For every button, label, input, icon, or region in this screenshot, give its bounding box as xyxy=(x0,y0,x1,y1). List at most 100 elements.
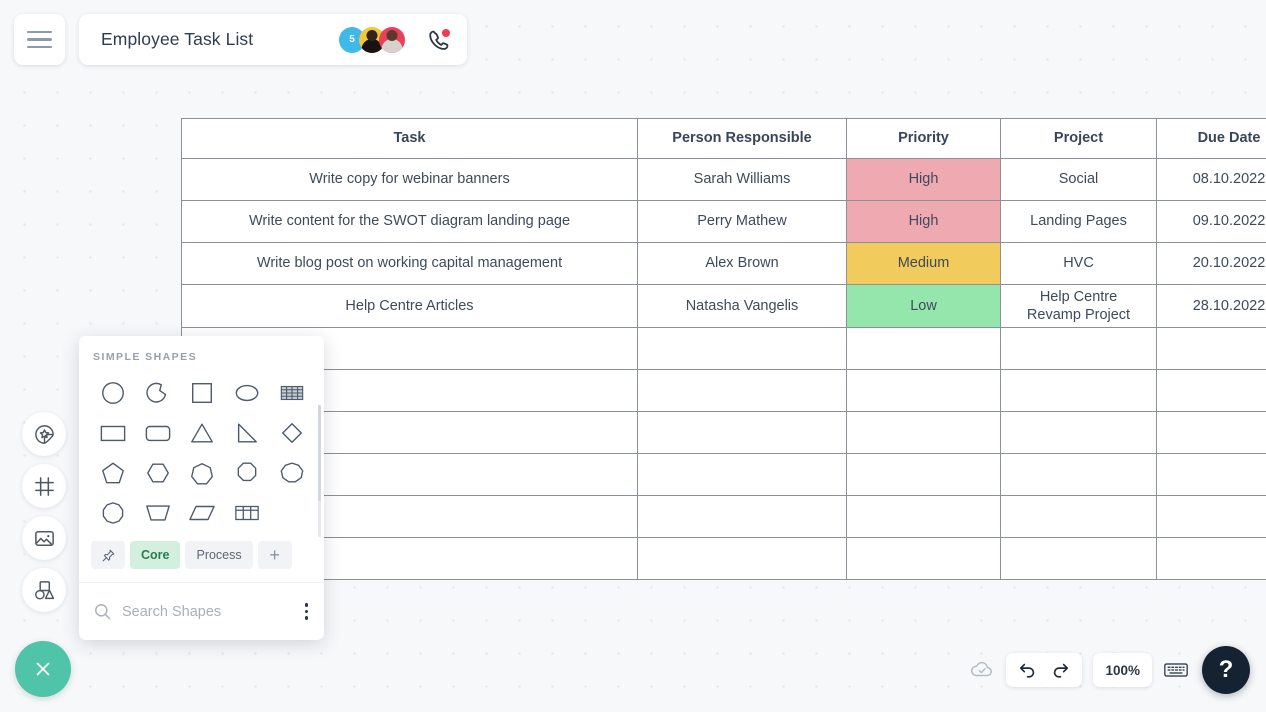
table-row-empty[interactable] xyxy=(181,369,1266,413)
square-shape[interactable] xyxy=(180,373,225,413)
undo-button[interactable] xyxy=(1018,661,1037,680)
arc-shape[interactable] xyxy=(136,373,181,413)
cell-person[interactable]: Alex Brown xyxy=(637,242,847,285)
cell-due-date[interactable]: 08.10.2022 xyxy=(1156,158,1266,201)
cell-empty[interactable] xyxy=(1000,369,1157,413)
triangle-shape[interactable] xyxy=(180,413,225,453)
hamburger-menu-button[interactable] xyxy=(14,14,65,65)
cell-priority[interactable]: Low xyxy=(846,283,1001,329)
cell-empty[interactable] xyxy=(637,537,847,581)
cell-priority[interactable]: High xyxy=(846,158,1001,201)
column-header-project[interactable]: Project xyxy=(1000,118,1157,159)
striped-table-shape[interactable] xyxy=(269,373,314,413)
cell-project[interactable]: Landing Pages xyxy=(1000,200,1157,243)
grid-table-shape[interactable] xyxy=(225,493,270,533)
octagon-shape[interactable] xyxy=(225,453,270,493)
cell-empty[interactable] xyxy=(846,495,1001,539)
decagon-shape[interactable] xyxy=(91,493,136,533)
cell-empty[interactable] xyxy=(1156,495,1266,539)
cell-project[interactable]: Social xyxy=(1000,158,1157,201)
cell-empty[interactable] xyxy=(1000,411,1157,455)
column-header-person[interactable]: Person Responsible xyxy=(637,118,847,159)
hexagon-shape[interactable] xyxy=(136,453,181,493)
cell-empty[interactable] xyxy=(846,453,1001,497)
cell-empty[interactable] xyxy=(637,495,847,539)
keyboard-shortcuts-button[interactable] xyxy=(1163,659,1189,681)
cell-due-date[interactable]: 09.10.2022 xyxy=(1156,200,1266,243)
avatar[interactable] xyxy=(379,26,405,53)
phone-icon[interactable] xyxy=(427,28,451,52)
cell-task[interactable]: Write content for the SWOT diagram landi… xyxy=(181,200,638,243)
tab-process[interactable]: Process xyxy=(185,541,253,569)
shapes-tool-button[interactable] xyxy=(22,568,66,612)
table-row-empty[interactable] xyxy=(181,495,1266,539)
cell-empty[interactable] xyxy=(1156,369,1266,413)
shapes-panel-scrollbar[interactable] xyxy=(317,405,321,537)
cell-empty[interactable] xyxy=(1156,453,1266,497)
cell-priority[interactable]: Medium xyxy=(846,242,1001,285)
cell-project[interactable]: Help Centre Revamp Project xyxy=(1000,283,1157,329)
cell-empty[interactable] xyxy=(1000,537,1157,581)
shapes-search-bar[interactable]: Search Shapes xyxy=(79,582,324,640)
cell-project[interactable]: HVC xyxy=(1000,242,1157,285)
save-status-button[interactable] xyxy=(969,657,995,683)
cell-empty[interactable] xyxy=(1156,411,1266,455)
cell-empty[interactable] xyxy=(846,327,1001,371)
cell-empty[interactable] xyxy=(846,537,1001,581)
rounded-rectangle-shape[interactable] xyxy=(136,413,181,453)
cell-person[interactable]: Sarah Williams xyxy=(637,158,847,201)
redo-button[interactable] xyxy=(1051,661,1070,680)
heptagon-shape[interactable] xyxy=(180,453,225,493)
table-row-empty[interactable] xyxy=(181,411,1266,455)
cell-empty[interactable] xyxy=(1156,327,1266,371)
cell-task[interactable]: Write blog post on working capital manag… xyxy=(181,242,638,285)
parallelogram-shape[interactable] xyxy=(180,493,225,533)
add-category-button[interactable]: + xyxy=(257,541,292,569)
table-row[interactable]: Write blog post on working capital manag… xyxy=(181,242,1266,285)
cell-empty[interactable] xyxy=(1156,537,1266,581)
column-header-priority[interactable]: Priority xyxy=(846,118,1001,159)
task-table[interactable]: Task Person Responsible Priority Project… xyxy=(181,118,1266,581)
pentagon-shape[interactable] xyxy=(91,453,136,493)
table-row[interactable]: Help Centre Articles Natasha Vangelis Low H… xyxy=(181,283,1266,329)
close-button[interactable] xyxy=(15,641,71,697)
trapezoid-shape[interactable] xyxy=(136,493,181,533)
cell-empty[interactable] xyxy=(637,327,847,371)
table-row-empty[interactable] xyxy=(181,537,1266,581)
cell-due-date[interactable]: 28.10.2022 xyxy=(1156,283,1266,329)
table-row-empty[interactable] xyxy=(181,327,1266,371)
table-row[interactable]: Write content for the SWOT diagram landi… xyxy=(181,200,1266,243)
cell-empty[interactable] xyxy=(846,369,1001,413)
pin-tab-button[interactable] xyxy=(91,541,125,569)
cell-due-date[interactable]: 20.10.2022 xyxy=(1156,242,1266,285)
frame-tool-button[interactable] xyxy=(22,464,66,508)
cell-empty[interactable] xyxy=(637,411,847,455)
cell-empty[interactable] xyxy=(637,369,847,413)
cell-empty[interactable] xyxy=(846,411,1001,455)
column-header-task[interactable]: Task xyxy=(181,118,638,159)
cell-task[interactable]: Write copy for webinar banners xyxy=(181,158,638,201)
zoom-level-button[interactable]: 100% xyxy=(1093,653,1152,687)
ellipse-shape[interactable] xyxy=(225,373,270,413)
table-row[interactable]: Write copy for webinar banners Sarah Will… xyxy=(181,158,1266,201)
circle-shape[interactable] xyxy=(91,373,136,413)
cell-priority[interactable]: High xyxy=(846,200,1001,243)
cell-empty[interactable] xyxy=(1000,495,1157,539)
column-header-due-date[interactable]: Due Date xyxy=(1156,118,1266,159)
help-button[interactable]: ? xyxy=(1202,646,1250,694)
cell-person[interactable]: Natasha Vangelis xyxy=(637,283,847,329)
cell-task[interactable]: Help Centre Articles xyxy=(181,283,638,329)
sticker-tool-button[interactable] xyxy=(22,412,66,456)
search-input[interactable]: Search Shapes xyxy=(122,604,291,620)
nonagon-shape[interactable] xyxy=(269,453,314,493)
tab-core[interactable]: Core xyxy=(130,541,181,569)
image-tool-button[interactable] xyxy=(22,516,66,560)
cell-empty[interactable] xyxy=(637,453,847,497)
diamond-shape[interactable] xyxy=(269,413,314,453)
right-triangle-shape[interactable] xyxy=(225,413,270,453)
cell-person[interactable]: Perry Mathew xyxy=(637,200,847,243)
table-row-empty[interactable] xyxy=(181,453,1266,497)
rectangle-shape[interactable] xyxy=(91,413,136,453)
cell-empty[interactable] xyxy=(1000,327,1157,371)
three-dots-icon[interactable] xyxy=(301,599,312,623)
